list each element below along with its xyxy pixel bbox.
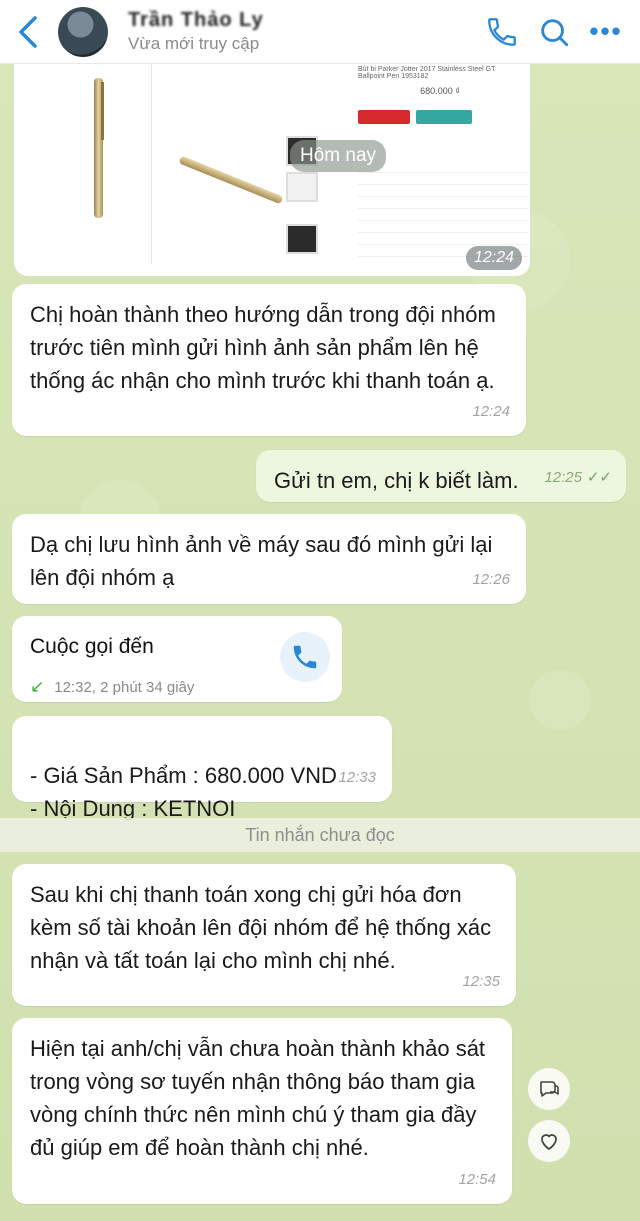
add-to-cart-button — [416, 110, 472, 124]
buy-button — [358, 110, 410, 124]
message-bubble[interactable]: Hiện tại anh/chị vẫn chưa hoàn thành khả… — [12, 1018, 512, 1204]
pen-diagonal-photo — [154, 64, 294, 264]
contact-status: Vừa mới truy cập — [128, 34, 260, 53]
message-time: 12:35 — [462, 973, 500, 990]
message-text: Hiện tại anh/chị vẫn chưa hoàn thành khả… — [30, 1036, 486, 1160]
message-text: Chị hoàn thành theo hướng dẫn trong đội … — [30, 302, 496, 393]
contact-name: Trần Thảo Ly — [128, 9, 264, 31]
chevron-left-icon[interactable] — [6, 0, 50, 64]
pen-vertical-photo — [32, 64, 152, 264]
message-time: 12:24 — [472, 403, 510, 420]
spec-row — [358, 200, 528, 209]
message-text: Dạ chị lưu hình ảnh về máy sau đó mình g… — [30, 532, 493, 590]
call-meta: ↙ 12:32, 2 phút 34 giây — [30, 671, 324, 704]
product-thumbnail — [286, 224, 318, 254]
message-text: - Giá Sản Phẩm : 680.000 VND - Nội Dung … — [30, 763, 337, 821]
incoming-call-card[interactable]: Cuộc gọi đến ↙ 12:32, 2 phút 34 giây — [12, 616, 342, 702]
shared-product-image[interactable]: Bút bi Parker Jotter 2017 Stainless Stee… — [14, 64, 530, 276]
quick-reply-icon[interactable] — [528, 1068, 570, 1110]
message-bubble[interactable]: Dạ chị lưu hình ảnh về máy sau đó mình g… — [12, 514, 526, 604]
message-time: 12:24 — [465, 246, 522, 270]
search-icon[interactable] — [528, 0, 580, 64]
unread-divider: Tin nhắn chưa đọc — [0, 818, 640, 852]
spec-row — [358, 176, 528, 185]
message-time: 12:33 — [338, 769, 376, 786]
message-text: Sau khi chị thanh toán xong chị gửi hóa … — [30, 882, 492, 973]
date-chip: Hôm nay — [290, 140, 387, 172]
message-bubble[interactable]: Sau khi chị thanh toán xong chị gửi hóa … — [12, 864, 516, 1006]
message-time: 12:26 — [472, 571, 510, 588]
message-bubble[interactable]: - Giá Sản Phẩm : 680.000 VND - Nội Dung … — [12, 716, 392, 821]
more-dots-icon[interactable]: ••• — [580, 0, 632, 64]
chat-header: Trần Thảo Ly Vừa mới truy cập ••• — [0, 0, 640, 64]
phone-icon[interactable] — [280, 632, 330, 682]
read-receipt-icon: ✓✓ — [586, 469, 612, 486]
spec-row — [358, 188, 528, 197]
message-time: 12:25 — [544, 469, 582, 486]
product-thumbnail — [286, 172, 318, 202]
heart-icon[interactable] — [528, 1120, 570, 1162]
product-title: Bút bi Parker Jotter 2017 Stainless Stee… — [358, 66, 496, 96]
call-duration: 12:32, 2 phút 34 giây — [54, 679, 195, 696]
avatar[interactable] — [58, 6, 108, 57]
spec-row — [358, 224, 528, 233]
message-bubble[interactable]: Chị hoàn thành theo hướng dẫn trong đội … — [12, 284, 526, 436]
phone-icon[interactable] — [476, 0, 528, 64]
message-time: 12:54 — [458, 1171, 496, 1188]
incoming-arrow-icon: ↙ — [30, 677, 45, 697]
spec-row — [358, 236, 528, 245]
contact-info[interactable]: Trần Thảo Ly Vừa mới truy cập — [128, 9, 476, 54]
spec-row — [358, 212, 528, 221]
message-bubble-outgoing[interactable]: Gửi tn em, chị k biết làm. 12:25 ✓✓ — [256, 450, 626, 502]
